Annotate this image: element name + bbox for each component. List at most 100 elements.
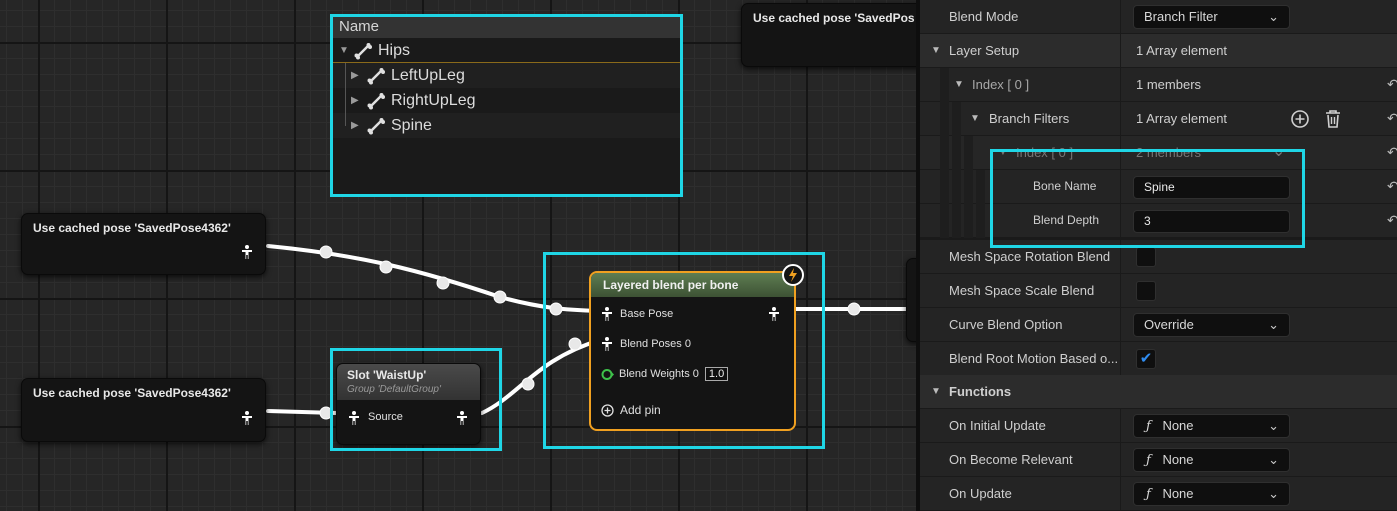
wire-cached-to-base — [266, 244, 602, 313]
wire-knot — [436, 276, 450, 290]
wire-slot-to-blendposes — [480, 338, 602, 415]
blend-poses-pin[interactable]: Blend Poses 0 — [601, 337, 691, 351]
bone-tree-row-spine[interactable]: ▶ Spine — [333, 113, 680, 138]
slot-node-subtitle: Group 'DefaultGroup' — [347, 384, 441, 395]
chevron-down-icon[interactable]: ⌄ — [1272, 136, 1285, 167]
prop-label: Blend Mode — [949, 9, 1019, 24]
dropdown-value: Branch Filter — [1144, 9, 1218, 24]
bone-label: Spine — [391, 117, 432, 134]
prop-blend-depth: Blend Depth 3 ↶ — [920, 204, 1397, 238]
dropdown-value: Override — [1144, 317, 1194, 332]
wire-knot — [379, 260, 393, 274]
expand-arrow-icon[interactable]: ▼ — [998, 136, 1008, 169]
prop-mesh-space-rotation-blend: Mesh Space Rotation Blend — [920, 240, 1397, 274]
blend-root-motion-checkbox[interactable]: ✔ — [1136, 349, 1156, 369]
prop-label: Curve Blend Option — [949, 317, 1063, 332]
prop-branch-filters[interactable]: ▼ Branch Filters 1 Array element ↶ — [920, 102, 1397, 136]
output-pose-node[interactable] — [906, 258, 916, 342]
expand-arrow-icon[interactable]: ▼ — [970, 102, 980, 135]
prop-label: On Update — [949, 486, 1012, 501]
add-pin-label: Add pin — [620, 403, 661, 417]
layered-blend-per-bone-node[interactable]: Layered blend per bone Base Pose Blend P… — [589, 264, 804, 431]
wire-knot — [319, 245, 333, 259]
chevron-down-icon: ⌄ — [1268, 9, 1279, 24]
expand-arrow-icon[interactable]: ▼ — [339, 38, 349, 63]
prop-label: Blend Root Motion Based o... — [949, 351, 1119, 366]
mesh-space-scale-checkbox[interactable] — [1136, 281, 1156, 301]
bone-tree-row-rightupleg[interactable]: ▶ RightUpLeg — [333, 88, 680, 113]
lightning-icon — [782, 264, 804, 286]
bone-tree-row-leftupleg[interactable]: ▶ LeftUpLeg — [333, 63, 680, 88]
cached-pose-node[interactable]: Use cached pose 'SavedPose4362' — [21, 213, 266, 275]
chevron-down-icon: ⌄ — [1268, 486, 1279, 501]
prop-index-0[interactable]: ▼ Index [ 0 ] 1 members ↶ — [920, 68, 1397, 102]
curve-blend-option-dropdown[interactable]: Override ⌄ — [1133, 313, 1290, 337]
blend-depth-input[interactable]: 3 — [1133, 210, 1290, 233]
on-initial-update-dropdown[interactable]: ƒ None ⌄ — [1133, 414, 1290, 438]
prop-value: 2 members — [1136, 145, 1202, 160]
blend-mode-dropdown[interactable]: Branch Filter ⌄ — [1133, 5, 1290, 29]
base-pose-label: Base Pose — [620, 308, 674, 320]
add-pin-button[interactable]: Add pin — [601, 403, 661, 417]
prop-label: Layer Setup — [949, 43, 1020, 58]
expand-arrow-icon[interactable]: ▼ — [931, 375, 941, 408]
reset-arrow-icon[interactable]: ↶ — [1387, 102, 1397, 135]
prop-label: On Become Relevant — [949, 452, 1073, 467]
reset-arrow-icon[interactable]: ↶ — [1387, 136, 1397, 169]
dropdown-value: None — [1162, 418, 1194, 433]
function-icon: ƒ — [1146, 419, 1151, 434]
expand-arrow-icon[interactable]: ▼ — [931, 34, 941, 67]
pose-output-pin-icon[interactable] — [456, 411, 468, 425]
mesh-space-rotation-checkbox[interactable] — [1136, 247, 1156, 267]
wire-knot — [847, 302, 861, 316]
cached-pose-node[interactable]: Use cached pose 'SavedPos — [741, 3, 916, 67]
on-update-dropdown[interactable]: ƒ None ⌄ — [1133, 482, 1290, 506]
base-pose-pin[interactable]: Base Pose — [601, 307, 673, 321]
blend-weight-input[interactable]: 1.0 — [704, 367, 729, 381]
on-become-relevant-dropdown[interactable]: ƒ None ⌄ — [1133, 448, 1290, 472]
reset-arrow-icon[interactable]: ↶ — [1387, 68, 1397, 101]
expand-arrow-icon[interactable]: ▼ — [954, 68, 964, 101]
prop-filter-index-0[interactable]: ▼ Index [ 0 ] 2 members ⌄ ↶ — [920, 136, 1397, 170]
reset-arrow-icon[interactable]: ↶ — [1387, 204, 1397, 237]
blend-weights-pin[interactable]: Blend Weights 0 1.0 — [601, 367, 729, 381]
prop-label: Mesh Space Rotation Blend — [949, 249, 1111, 264]
pose-output-pin-icon[interactable] — [768, 307, 780, 321]
category-functions[interactable]: ▼ Functions — [920, 375, 1397, 409]
pose-output-pin-icon[interactable] — [241, 245, 253, 259]
collapse-arrow-icon[interactable]: ▶ — [351, 63, 359, 88]
prop-layer-setup[interactable]: ▼ Layer Setup 1 Array element — [920, 34, 1397, 68]
bone-name-input[interactable]: Spine — [1133, 176, 1290, 199]
function-icon: ƒ — [1146, 453, 1151, 468]
prop-label: Index [ 0 ] — [1016, 145, 1074, 160]
cached-pose-node[interactable]: Use cached pose 'SavedPose4362' — [21, 378, 266, 442]
prop-label: Bone Name — [1033, 179, 1097, 193]
wire-knot — [568, 337, 582, 351]
bone-tree-row-hips[interactable]: ▼ Hips — [333, 38, 680, 63]
slot-node[interactable]: Slot 'WaistUp' Group 'DefaultGroup' Sour… — [336, 363, 481, 445]
bone-tree-panel[interactable]: Name ▼ Hips ▶ LeftUpLeg ▶ RightUpLeg ▶ S… — [333, 16, 680, 194]
prop-mesh-space-scale-blend: Mesh Space Scale Blend — [920, 274, 1397, 308]
anim-graph-canvas[interactable]: Use cached pose 'SavedPose4362' Use cach… — [0, 0, 916, 511]
reset-arrow-icon[interactable]: ↶ — [1387, 170, 1397, 203]
node-title: Use cached pose 'SavedPos — [753, 11, 915, 25]
slot-node-header: Slot 'WaistUp' Group 'DefaultGroup' — [337, 364, 480, 400]
node-title: Use cached pose 'SavedPose4362' — [33, 221, 231, 235]
chevron-down-icon: ⌄ — [1268, 317, 1279, 332]
details-panel[interactable]: Blend Mode Branch Filter ⌄ ▼ Layer Setup… — [916, 0, 1397, 511]
collapse-arrow-icon[interactable]: ▶ — [351, 113, 359, 138]
float-pin-icon — [601, 368, 614, 380]
prop-label: Mesh Space Scale Blend — [949, 283, 1095, 298]
delete-icon[interactable] — [1324, 109, 1342, 134]
prop-bone-name: Bone Name Spine ↶ — [920, 170, 1397, 204]
blend-weights-label: Blend Weights 0 — [619, 368, 699, 380]
pose-input-pin-icon[interactable] — [348, 411, 360, 425]
prop-label: Blend Depth — [1033, 213, 1100, 227]
collapse-arrow-icon[interactable]: ▶ — [351, 88, 359, 113]
pose-output-pin-icon[interactable] — [241, 411, 253, 425]
bone-label: RightUpLeg — [391, 92, 476, 109]
add-circle-icon — [601, 403, 614, 417]
add-element-icon[interactable] — [1290, 109, 1310, 134]
pose-pin-icon — [602, 307, 612, 321]
node-title: Use cached pose 'SavedPose4362' — [33, 386, 231, 400]
